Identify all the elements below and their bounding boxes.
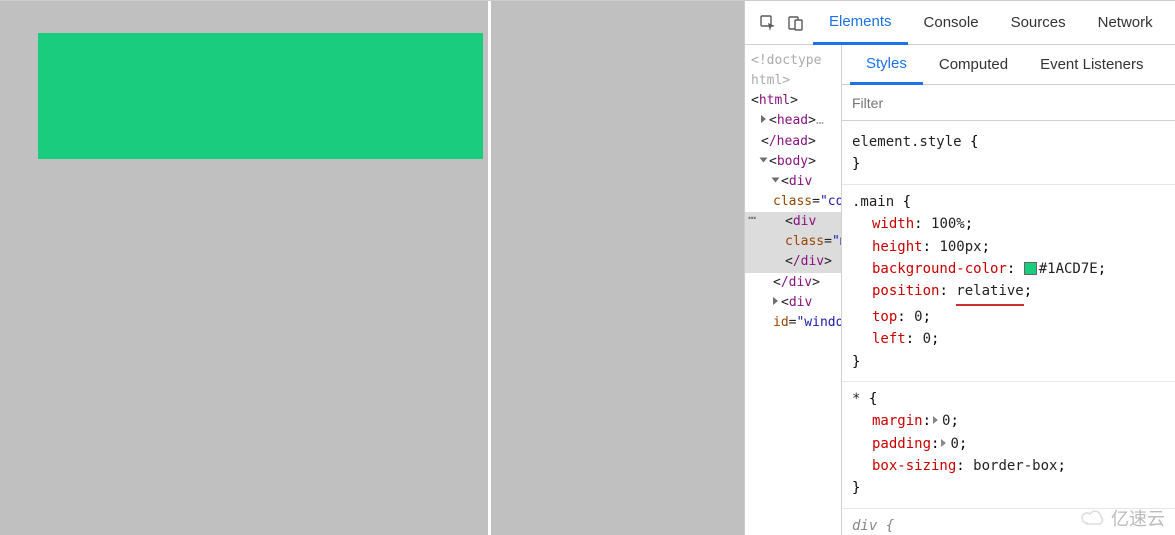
tab-sources[interactable]: Sources [995,1,1082,45]
subtab-computed[interactable]: Computed [923,45,1024,85]
styles-sub-tabs: Styles Computed Event Listeners [842,45,1175,85]
rule-star[interactable]: * { margin:0; padding:0; box-sizing: bor… [842,382,1175,509]
rule-main[interactable]: .main { width: 100%; height: 100px; back… [842,185,1175,382]
head-close: </head> [751,132,841,152]
html-open: <html> [751,91,841,111]
inspect-icon[interactable] [757,12,779,34]
expand-icon[interactable] [933,416,938,424]
color-swatch-icon[interactable] [1024,262,1037,275]
resizer-div-node[interactable]: <div id="window_resizer_toolt [751,293,841,333]
highlighted-position-value: relative [956,280,1023,305]
devtools-tabs: Elements Console Sources Network [745,1,1175,45]
filter-input[interactable] [852,95,1165,111]
styles-panel: Styles Computed Event Listeners element.… [842,45,1175,535]
content-div-close: </div> [751,273,841,293]
device-toggle-icon[interactable] [785,12,807,34]
filter-row [842,85,1175,121]
devtools-window: Elements Console Sources Network <!docty… [0,0,1175,535]
rule-element-style[interactable]: element.style { } [842,125,1175,185]
dom-tree[interactable]: <!doctype html> <html> <head>… </head> <… [745,45,842,535]
css-rules: element.style { } .main { width: 100%; h… [842,121,1175,535]
expand-icon[interactable] [941,439,946,447]
rendered-main-div [38,33,483,159]
subtab-event-listeners[interactable]: Event Listeners [1024,45,1159,85]
selected-main-div-node[interactable]: ⋯ <div class="main"></div> [751,212,841,272]
head-node[interactable]: <head>… [751,111,841,131]
tab-elements[interactable]: Elements [813,1,908,45]
devtools-panel: Elements Console Sources Network <!docty… [744,1,1175,535]
page-viewport [0,1,744,535]
selected-marker-icon: ⋯ [745,212,759,272]
tab-network[interactable]: Network [1082,1,1169,45]
doctype: <!doctype html> [751,51,841,91]
watermark: 亿速云 [1079,505,1165,531]
tab-console[interactable]: Console [908,1,995,45]
viewport-divider [488,1,491,535]
subtab-styles[interactable]: Styles [850,45,923,85]
body-node[interactable]: <body> [751,152,841,172]
content-div-node[interactable]: <div class="content"> [751,172,841,212]
